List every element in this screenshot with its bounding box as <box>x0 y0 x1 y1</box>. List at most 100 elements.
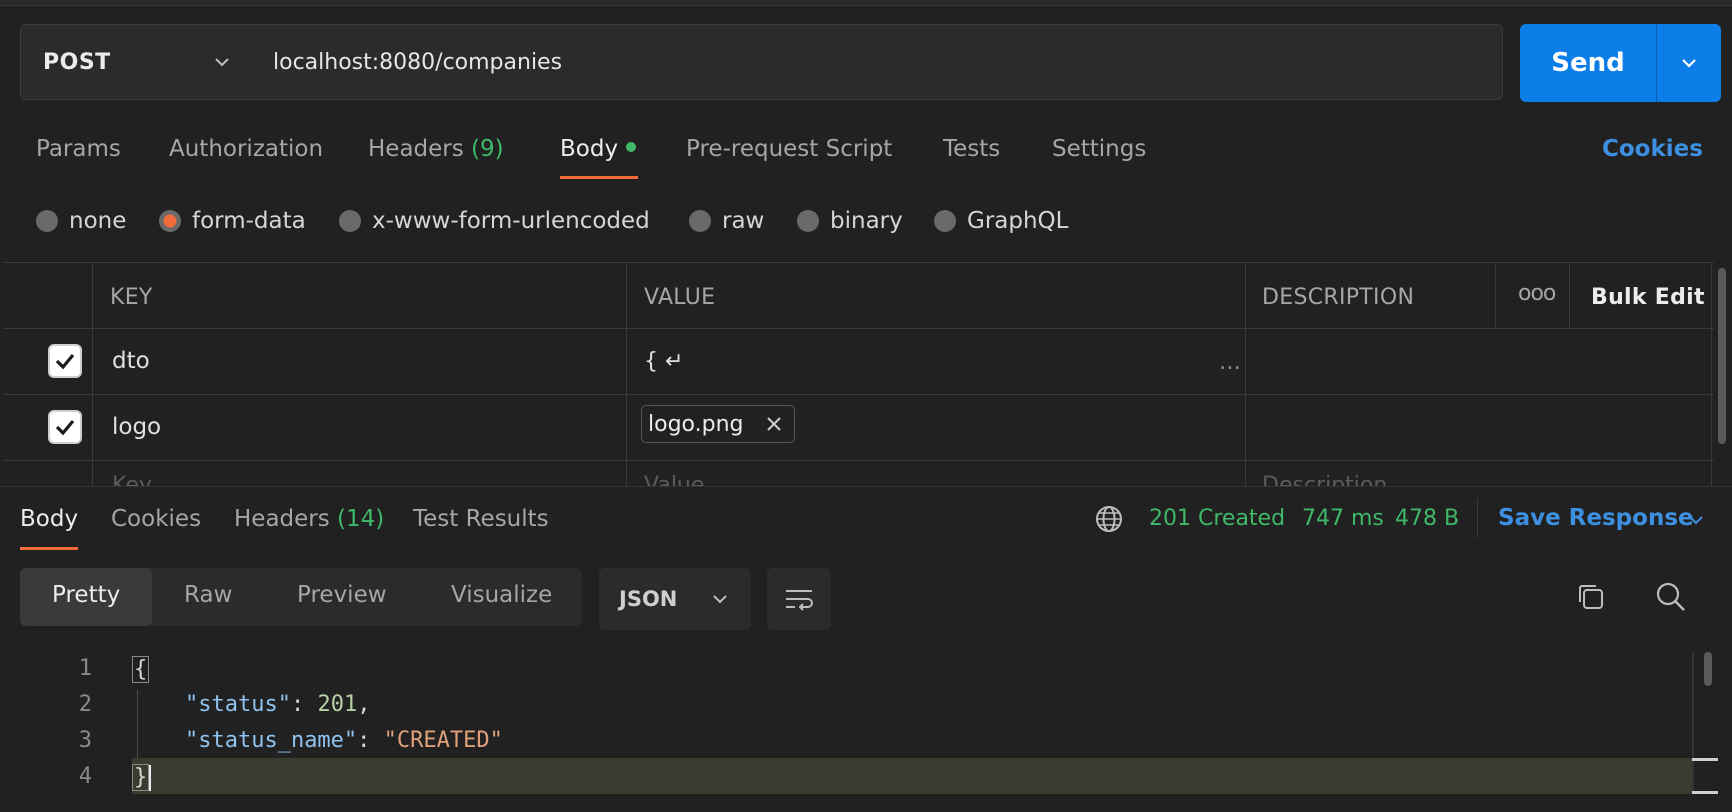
tab-headers[interactable]: Headers (9) <box>368 136 504 162</box>
row-value-cell[interactable]: { ↵ <box>644 349 683 374</box>
column-divider <box>1495 263 1496 328</box>
radio-graphql[interactable]: GraphQL <box>934 206 1068 236</box>
bulk-edit-button[interactable]: Bulk Edit <box>1591 285 1705 310</box>
row-key-cell[interactable]: dto <box>112 348 150 374</box>
tab-headers-label: Headers <box>368 136 464 162</box>
tab-pre-request-script[interactable]: Pre-request Script <box>686 136 892 162</box>
url-input[interactable]: localhost:8080/companies <box>251 24 1503 100</box>
radio-label: x-www-form-urlencoded <box>372 208 650 234</box>
json-number: 201 <box>317 692 358 717</box>
value-placeholder[interactable]: Value <box>644 473 704 486</box>
view-mode-preview[interactable]: Preview <box>297 582 387 608</box>
radio-binary[interactable]: binary <box>797 206 903 236</box>
code-line[interactable]: } <box>132 764 152 791</box>
send-options-button[interactable] <box>1656 24 1721 102</box>
active-tab-indicator <box>560 176 638 179</box>
radio-label: none <box>69 208 127 234</box>
view-mode-visualize[interactable]: Visualize <box>451 582 552 608</box>
row-key-cell[interactable]: logo <box>112 414 161 440</box>
line-number: 2 <box>78 692 92 717</box>
line-number: 4 <box>78 764 92 789</box>
more-options-icon[interactable]: ooo <box>1518 281 1556 306</box>
tab-headers-count: (9) <box>471 136 504 162</box>
tab-body-label: Body <box>560 136 619 162</box>
code-line[interactable]: { <box>132 656 150 683</box>
json-colon: : <box>290 692 318 717</box>
globe-icon[interactable] <box>1094 504 1124 534</box>
expand-value-button[interactable]: ... <box>1219 349 1241 375</box>
format-label: JSON <box>619 587 678 611</box>
radio-label: GraphQL <box>967 208 1069 234</box>
save-response-button[interactable]: Save Response <box>1498 505 1694 531</box>
overview-ruler-cursor <box>1692 758 1718 794</box>
description-placeholder[interactable]: Description <box>1262 473 1387 486</box>
radio-selected-icon <box>159 210 181 232</box>
tab-params[interactable]: Params <box>36 136 121 162</box>
copy-icon[interactable] <box>1574 580 1608 614</box>
matched-brace: } <box>132 764 150 791</box>
url-value: localhost:8080/companies <box>273 49 563 75</box>
close-icon[interactable] <box>764 414 784 434</box>
status-code[interactable]: 201 Created <box>1149 506 1285 531</box>
tab-body[interactable]: Body <box>560 136 637 162</box>
row-enabled-checkbox[interactable] <box>48 344 82 378</box>
response-size[interactable]: 478 B <box>1395 506 1459 531</box>
window-top-border <box>0 0 1732 6</box>
row-enabled-checkbox[interactable] <box>48 410 82 444</box>
radio-label: raw <box>722 208 765 234</box>
cookies-link[interactable]: Cookies <box>1602 136 1703 162</box>
tab-tests[interactable]: Tests <box>943 136 1000 162</box>
response-tab-headers-count: (14) <box>337 506 385 532</box>
response-tab-headers[interactable]: Headers (14) <box>234 506 384 532</box>
pane-divider[interactable] <box>0 486 1732 487</box>
line-number: 3 <box>78 728 92 753</box>
radio-icon <box>339 210 361 232</box>
chevron-down-icon <box>215 58 229 67</box>
radio-label: binary <box>830 208 903 234</box>
radio-form-data[interactable]: form-data <box>159 206 306 236</box>
modified-dot-icon <box>626 141 637 152</box>
json-key: "status" <box>184 692 291 717</box>
code-line[interactable]: "status_name": "CREATED" <box>132 728 503 753</box>
radio-x-www-form-urlencoded[interactable]: x-www-form-urlencoded <box>339 206 650 236</box>
tab-authorization[interactable]: Authorization <box>169 136 323 162</box>
tab-settings[interactable]: Settings <box>1052 136 1146 162</box>
radio-label: form-data <box>192 208 306 234</box>
view-mode-switcher: Pretty Raw Preview Visualize <box>20 568 582 626</box>
column-divider <box>1711 263 1712 486</box>
format-select[interactable]: JSON <box>599 568 751 630</box>
key-placeholder[interactable]: Key <box>112 473 152 486</box>
method-label: POST <box>43 49 111 75</box>
radio-icon <box>689 210 711 232</box>
response-tab-body[interactable]: Body <box>20 506 78 532</box>
text-cursor <box>149 765 152 791</box>
column-divider <box>92 263 93 486</box>
file-chip[interactable]: logo.png <box>641 405 795 443</box>
column-header-description: DESCRIPTION <box>1262 285 1415 310</box>
radio-raw[interactable]: raw <box>689 206 764 236</box>
response-time[interactable]: 747 ms <box>1302 506 1384 531</box>
view-mode-raw[interactable]: Raw <box>184 582 232 608</box>
column-header-value: VALUE <box>644 285 716 310</box>
response-tab-cookies[interactable]: Cookies <box>111 506 201 532</box>
view-mode-pretty[interactable]: Pretty <box>52 582 120 608</box>
checkmark-icon <box>55 419 75 436</box>
send-button[interactable]: Send <box>1520 24 1656 102</box>
chevron-down-icon[interactable] <box>1686 510 1706 530</box>
code-scrollbar-thumb[interactable] <box>1704 652 1712 686</box>
json-colon: : <box>357 728 384 753</box>
wrap-text-icon <box>786 590 813 611</box>
radio-icon <box>934 210 956 232</box>
radio-none[interactable]: none <box>36 206 126 236</box>
table-scrollbar[interactable] <box>1718 268 1726 444</box>
file-name: logo.png <box>648 411 744 437</box>
wrap-lines-button[interactable] <box>767 568 831 630</box>
response-tab-headers-label: Headers <box>234 506 330 532</box>
response-tab-test-results[interactable]: Test Results <box>413 506 549 532</box>
code-line[interactable]: "status": 201, <box>132 692 370 717</box>
method-select[interactable]: POST <box>20 24 252 100</box>
search-icon[interactable] <box>1654 580 1688 614</box>
line-number: 1 <box>78 656 92 681</box>
checkmark-icon <box>55 353 75 370</box>
row-divider <box>4 460 1714 461</box>
